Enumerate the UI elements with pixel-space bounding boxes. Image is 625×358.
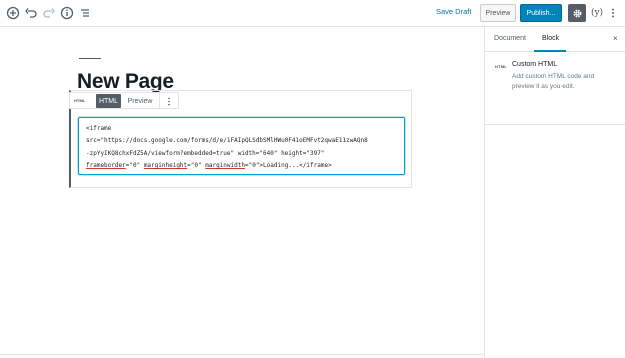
preview-tab[interactable]: Preview — [125, 94, 155, 108]
block-card: HTML Custom HTML Add custom HTML code an… — [485, 53, 625, 125]
info-icon[interactable] — [60, 6, 74, 20]
code-text: ="0">Loading...</iframe> — [244, 161, 332, 169]
block-title: Custom HTML — [512, 61, 558, 68]
html-tab[interactable]: HTML — [96, 94, 121, 108]
code-line: src="https://docs.google.com/forms/d/e/1… — [86, 137, 368, 145]
code-line: <iframe — [86, 125, 112, 132]
code-attr: marginheight — [143, 161, 188, 169]
code-text: ="0" — [187, 161, 206, 169]
block-description: Add custom HTML code and preview it as y… — [512, 73, 595, 90]
tab-block[interactable]: Block — [542, 35, 559, 42]
editor-header: Save Draft Preview Publish... (y) — [0, 0, 625, 27]
more-vertical-icon[interactable] — [608, 5, 618, 21]
save-draft-button[interactable]: Save Draft — [436, 7, 471, 16]
undo-icon[interactable] — [24, 6, 38, 20]
active-tab-indicator — [534, 50, 566, 52]
footer-divider — [0, 354, 484, 355]
block-navigation-icon[interactable] — [78, 6, 92, 20]
gear-icon — [572, 8, 582, 18]
html-block-icon: HTML — [495, 64, 507, 69]
toolbar-divider — [159, 93, 160, 108]
code-text: ="0" — [125, 161, 144, 169]
html-block-icon[interactable]: HTML — [74, 98, 85, 103]
sidebar-tabs: Document Block × — [485, 27, 625, 52]
publish-button[interactable]: Publish... — [520, 4, 562, 22]
code-attr: frameborder — [86, 161, 126, 169]
code-line: -zpYyIKQ8chxFdZ5A/viewform?embedded=true… — [86, 149, 325, 157]
block-toolbar: HTML HTML Preview — [69, 92, 179, 109]
html-code-editor[interactable]: <iframe src="https://docs.google.com/for… — [78, 117, 405, 175]
yoast-icon[interactable]: (y) — [590, 5, 604, 21]
settings-button[interactable] — [568, 4, 586, 22]
code-attr: marginwidth — [205, 161, 245, 169]
redo-icon[interactable] — [42, 6, 56, 20]
preview-button[interactable]: Preview — [480, 4, 516, 22]
add-block-icon[interactable] — [6, 6, 20, 20]
settings-sidebar: Document Block × HTML Custom HTML Add cu… — [484, 27, 625, 358]
close-icon[interactable]: × — [613, 34, 618, 43]
block-more-icon[interactable] — [162, 94, 176, 108]
tab-document[interactable]: Document — [494, 35, 526, 42]
title-separator — [79, 58, 101, 59]
